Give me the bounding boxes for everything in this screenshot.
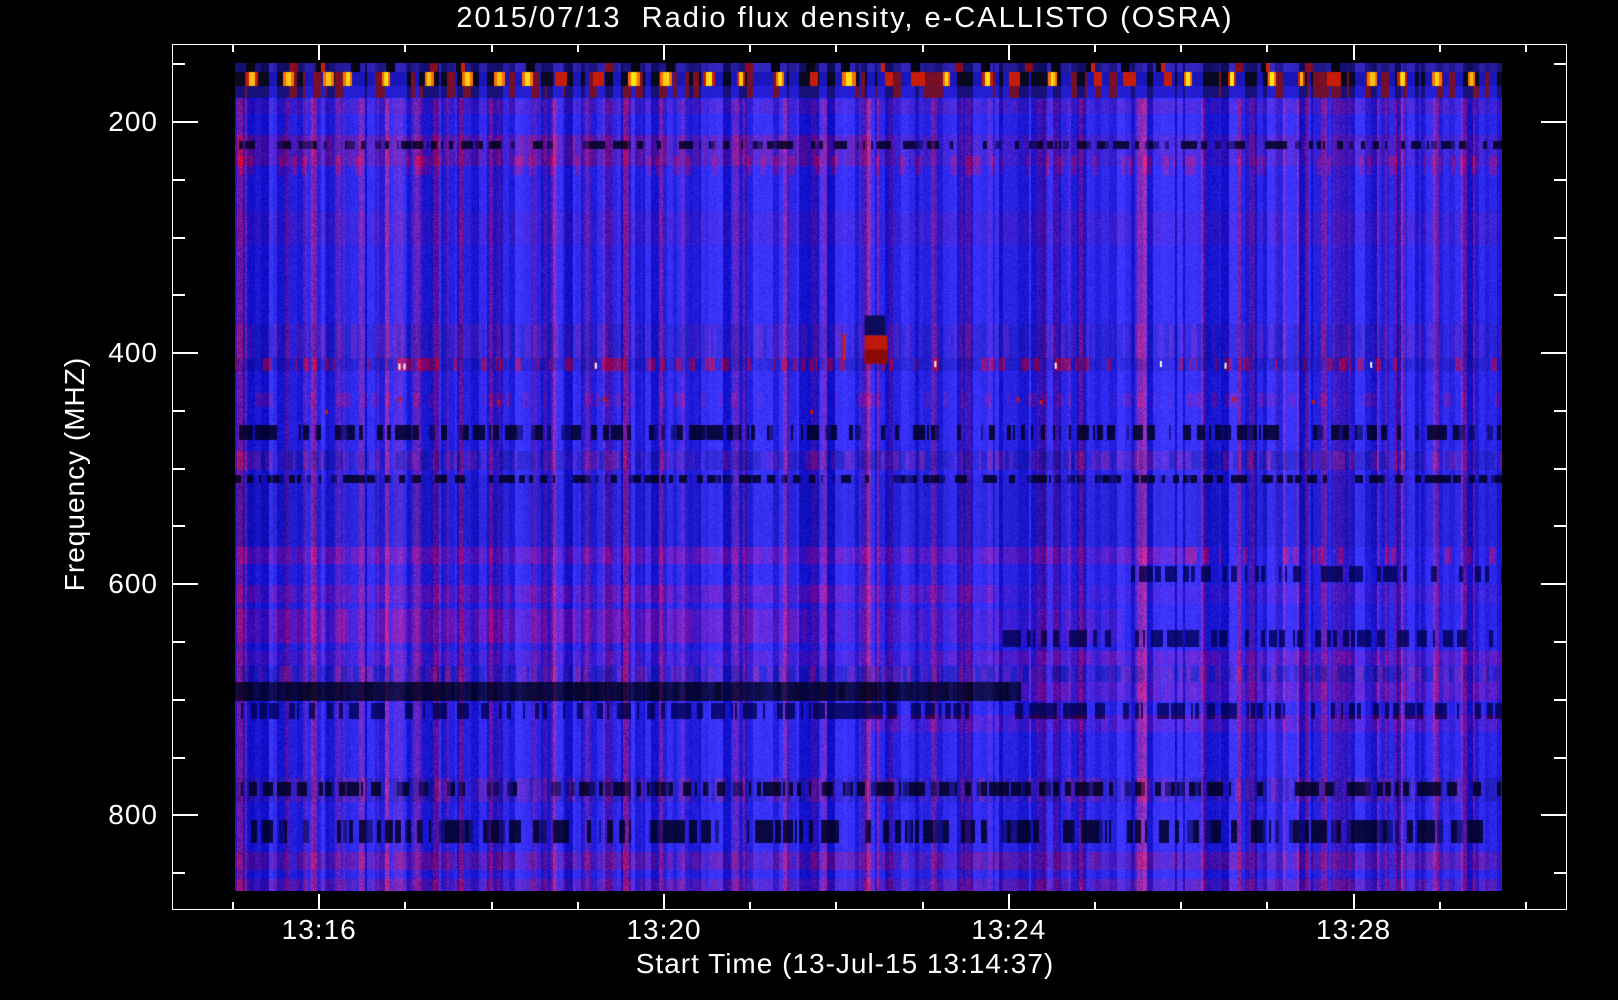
x-tick-bottom bbox=[490, 902, 493, 910]
x-tick-bottom bbox=[663, 894, 665, 910]
y-tick-right bbox=[1554, 698, 1567, 701]
y-tick-right bbox=[1541, 352, 1567, 355]
y-tick-right bbox=[1554, 872, 1567, 875]
x-tick-top bbox=[232, 44, 234, 52]
y-tick-right bbox=[1554, 467, 1567, 470]
x-tick-top bbox=[1266, 44, 1269, 52]
x-tick-bottom bbox=[318, 894, 321, 910]
y-tick-left bbox=[172, 525, 185, 528]
y-tick-right bbox=[1554, 756, 1567, 759]
y-tick-left bbox=[172, 814, 198, 817]
x-tick-bottom bbox=[1180, 902, 1183, 910]
x-tick-top bbox=[1007, 44, 1010, 60]
x-tick-label: 13:24 bbox=[971, 914, 1047, 945]
x-tick-top bbox=[1525, 44, 1527, 52]
x-tick-bottom bbox=[1266, 902, 1269, 910]
y-tick-left bbox=[172, 63, 185, 66]
y-tick-right bbox=[1554, 63, 1567, 66]
x-tick-top bbox=[1180, 44, 1183, 52]
x-tick-label: 13:20 bbox=[626, 914, 702, 945]
y-tick-right bbox=[1541, 121, 1567, 123]
plot-frame bbox=[172, 44, 1567, 910]
y-tick-left bbox=[172, 640, 185, 643]
y-tick-label: 400 bbox=[108, 337, 158, 369]
x-tick-top bbox=[490, 44, 493, 52]
y-tick-label: 800 bbox=[108, 799, 158, 831]
y-tick-left bbox=[172, 698, 185, 701]
x-tick-bottom bbox=[1007, 894, 1010, 910]
y-tick-left bbox=[172, 121, 198, 123]
x-tick-bottom bbox=[1438, 902, 1441, 910]
x-tick-bottom bbox=[576, 902, 579, 910]
y-tick-right bbox=[1541, 583, 1567, 586]
y-tick-left bbox=[172, 294, 185, 297]
y-tick-left bbox=[172, 178, 185, 181]
y-tick-right bbox=[1554, 178, 1567, 181]
y-tick-right bbox=[1554, 525, 1567, 528]
x-tick-top bbox=[1352, 44, 1355, 60]
y-tick-left bbox=[172, 872, 185, 875]
chart-title: 2015/07/13 Radio flux density, e-CALLIST… bbox=[456, 2, 1234, 34]
x-tick-top bbox=[663, 44, 665, 60]
x-tick-bottom bbox=[835, 902, 838, 910]
y-tick-right bbox=[1554, 640, 1567, 643]
y-tick-right bbox=[1554, 236, 1567, 239]
y-tick-label: 600 bbox=[108, 568, 158, 600]
y-tick-right bbox=[1541, 814, 1567, 817]
x-tick-bottom bbox=[404, 902, 407, 910]
x-tick-top bbox=[1438, 44, 1441, 52]
x-axis-title: Start Time (13-Jul-15 13:14:37) bbox=[635, 948, 1055, 979]
spectrogram-figure: 2015/07/13 Radio flux density, e-CALLIST… bbox=[0, 0, 1618, 1000]
x-tick-bottom bbox=[749, 902, 752, 910]
x-tick-bottom bbox=[921, 902, 924, 910]
y-tick-left bbox=[172, 467, 185, 470]
x-tick-bottom bbox=[1352, 894, 1355, 910]
y-tick-left bbox=[172, 583, 198, 586]
y-tick-right bbox=[1554, 294, 1567, 297]
x-tick-top bbox=[921, 44, 924, 52]
x-tick-top bbox=[749, 44, 752, 52]
y-tick-left bbox=[172, 756, 185, 759]
x-tick-top bbox=[835, 44, 838, 52]
x-tick-label: 13:16 bbox=[281, 914, 357, 945]
x-tick-bottom bbox=[1525, 902, 1527, 910]
y-tick-left bbox=[172, 236, 185, 239]
x-tick-top bbox=[576, 44, 579, 52]
x-tick-label: 13:28 bbox=[1316, 914, 1392, 945]
x-tick-bottom bbox=[232, 902, 234, 910]
y-tick-left bbox=[172, 409, 185, 412]
y-tick-right bbox=[1554, 409, 1567, 412]
y-axis-title: Frequency (MHZ) bbox=[59, 356, 90, 592]
y-tick-left bbox=[172, 352, 198, 355]
x-tick-top bbox=[318, 44, 321, 60]
x-tick-top bbox=[404, 44, 407, 52]
x-tick-top bbox=[1094, 44, 1096, 52]
y-tick-label: 200 bbox=[108, 106, 158, 137]
x-tick-bottom bbox=[1094, 902, 1096, 910]
